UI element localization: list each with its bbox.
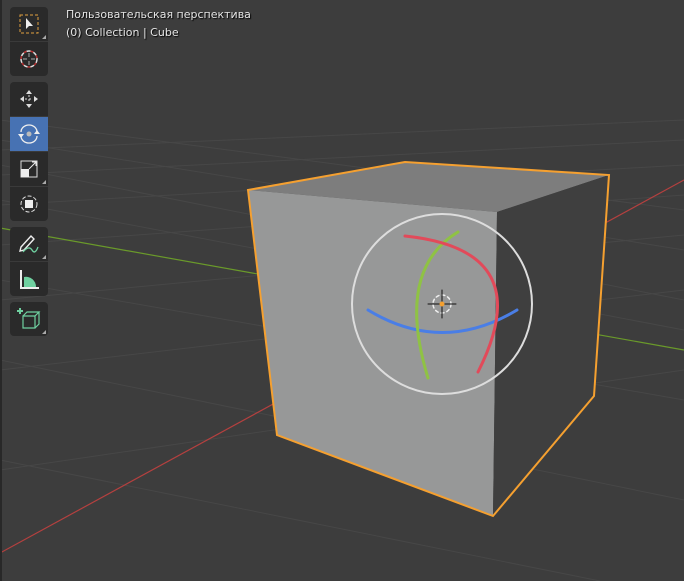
annotate-icon [19, 234, 39, 253]
toolbar-group-add [10, 302, 48, 336]
collection-info: (0) Collection | Cube [66, 26, 179, 39]
tool-add-cube[interactable] [10, 302, 48, 336]
select-box-icon [19, 14, 39, 34]
tool-rotate[interactable] [10, 117, 48, 152]
rotate-icon [18, 124, 40, 144]
toolbar-group-select [10, 7, 48, 76]
cursor-icon [20, 50, 38, 68]
add-cube-icon [17, 308, 41, 329]
view-name: Пользовательская перспектива [66, 8, 251, 21]
tool-move[interactable] [10, 82, 48, 117]
tool-annotate[interactable] [10, 227, 48, 262]
scale-icon [20, 160, 38, 178]
toolbar-group-transform [10, 82, 48, 221]
region-border [0, 0, 2, 581]
tool-cursor[interactable] [10, 42, 48, 76]
toolbar-group-annotate [10, 227, 48, 296]
3d-viewport[interactable] [0, 0, 684, 581]
move-icon [20, 90, 38, 108]
tool-measure[interactable] [10, 262, 48, 296]
transform-icon [20, 195, 38, 213]
measure-icon [20, 270, 39, 289]
tool-scale[interactable] [10, 152, 48, 187]
tool-select-box[interactable] [10, 7, 48, 42]
tool-transform[interactable] [10, 187, 48, 221]
